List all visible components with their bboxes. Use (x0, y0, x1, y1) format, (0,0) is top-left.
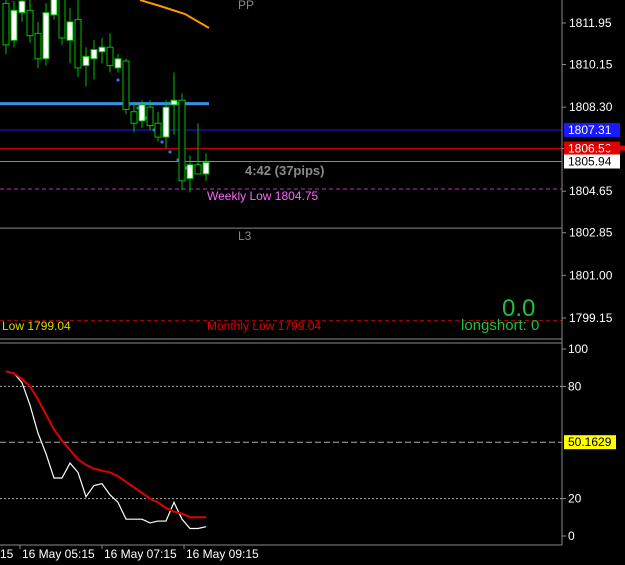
pp-label: PP (238, 0, 254, 12)
price-tick-label: 1801.00 (569, 268, 613, 282)
osc-tick-label: 0 (568, 529, 575, 543)
time-label: 15 (0, 547, 14, 561)
trading-chart[interactable]: PP L3 4:42 (37pips) Weekly Low 1804.75 M… (0, 0, 625, 565)
monthly-low-label: Monthly Low 1799.04 (207, 319, 321, 333)
price-tick-label: 1808.30 (569, 100, 613, 114)
candle-body[interactable] (138, 104, 146, 122)
price-tag-label: 1805.94 (568, 155, 612, 169)
candle-body[interactable] (42, 12, 50, 60)
osc-tick-label: 20 (568, 492, 582, 506)
weekly-low-label: Weekly Low 1804.75 (207, 189, 319, 203)
candle-body[interactable] (178, 99, 186, 182)
candle-body[interactable] (202, 161, 210, 175)
chart-background (0, 0, 625, 565)
osc-tick-label: 80 (568, 379, 582, 393)
candle-body[interactable] (114, 58, 122, 69)
time-label: 16 May 07:15 (104, 547, 177, 561)
trend-dot (168, 150, 172, 154)
candle-body[interactable] (122, 60, 130, 110)
candle-body[interactable] (66, 21, 74, 41)
low-label-left: Low 1799.04 (2, 319, 71, 333)
price-tick-label: 1802.85 (569, 226, 613, 240)
candle-timer-label: 4:42 (37pips) (245, 163, 324, 178)
candle-body[interactable] (50, 0, 58, 16)
price-tick-label: 1811.95 (569, 16, 612, 30)
trend-dot (116, 78, 120, 82)
candle-body[interactable] (162, 106, 170, 138)
candle-body[interactable] (194, 164, 202, 175)
candle-body[interactable] (90, 49, 98, 60)
l3-label: L3 (238, 229, 252, 243)
candle-body[interactable] (34, 32, 42, 60)
candle-body[interactable] (82, 55, 90, 67)
price-tick-label: 1804.65 (569, 184, 613, 198)
candle-body[interactable] (26, 9, 34, 37)
bid-marker (605, 145, 625, 151)
candle-body[interactable] (106, 46, 114, 67)
osc-tag-label: 50.1629 (568, 435, 612, 449)
time-label: 16 May 05:15 (22, 547, 95, 561)
candle-body[interactable] (170, 99, 178, 106)
price-tag-label: 1807.31 (568, 123, 612, 137)
candle-body[interactable] (18, 0, 26, 14)
time-label: 16 May 09:15 (186, 547, 259, 561)
trend-dot (160, 140, 164, 144)
candle-body[interactable] (146, 106, 154, 127)
candle-body[interactable] (74, 19, 82, 69)
price-tick-label: 1799.15 (569, 311, 613, 325)
candle-body[interactable] (186, 164, 194, 180)
osc-tick-label: 100 (568, 342, 588, 356)
candle-body[interactable] (10, 9, 18, 41)
candle-body[interactable] (2, 2, 10, 46)
candle-body[interactable] (154, 122, 162, 138)
candle-body[interactable] (98, 46, 106, 53)
longshort-label: longshort: 0 (461, 317, 539, 334)
candle-body[interactable] (58, 0, 66, 39)
candle-body[interactable] (130, 111, 138, 124)
price-tick-label: 1810.15 (569, 57, 613, 71)
